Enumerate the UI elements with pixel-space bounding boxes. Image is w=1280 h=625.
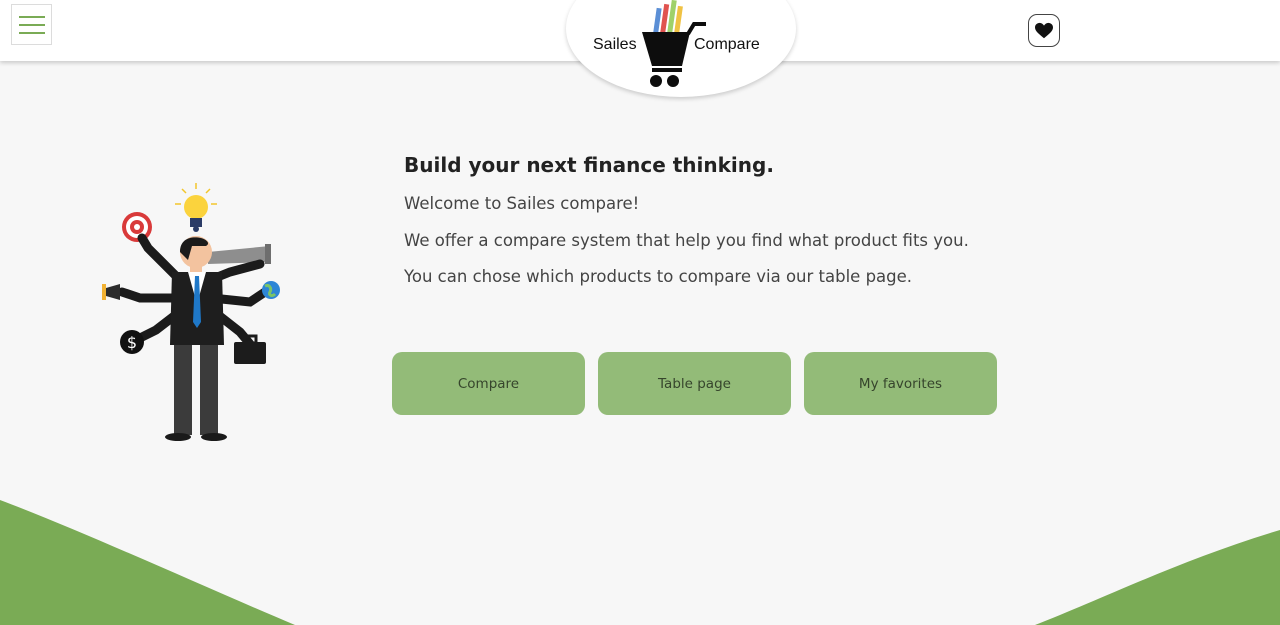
menu-line	[19, 32, 45, 34]
heart-icon	[1035, 22, 1053, 38]
welcome-text: Welcome to Sailes compare!	[404, 194, 640, 213]
table-page-button[interactable]: Table page	[598, 352, 791, 415]
menu-line	[19, 16, 45, 18]
menu-line	[19, 24, 45, 26]
lightbulb-icon	[175, 183, 217, 232]
logo-text-right: Compare	[694, 36, 760, 53]
favorites-button[interactable]	[1028, 14, 1060, 47]
hero-heading: Build your next finance thinking.	[404, 153, 774, 177]
compare-button[interactable]: Compare	[392, 352, 585, 415]
globe-icon	[262, 281, 280, 299]
logo-text-left: Sailes	[593, 36, 637, 53]
instruction-text: You can chose which products to compare …	[404, 267, 913, 286]
target-icon	[122, 212, 152, 242]
decorative-green-wave	[0, 500, 1280, 625]
my-favorites-button[interactable]: My favorites	[804, 352, 997, 415]
multitasking-businessman-illustration: $	[102, 183, 280, 441]
megaphone-icon	[102, 284, 120, 300]
description-text: We offer a compare system that help you …	[404, 231, 969, 250]
svg-text:$: $	[127, 333, 137, 352]
site-logo[interactable]: Sailes Compare	[590, 0, 790, 92]
dollar-coin-icon: $	[120, 330, 144, 354]
hamburger-menu-button[interactable]	[11, 4, 52, 45]
